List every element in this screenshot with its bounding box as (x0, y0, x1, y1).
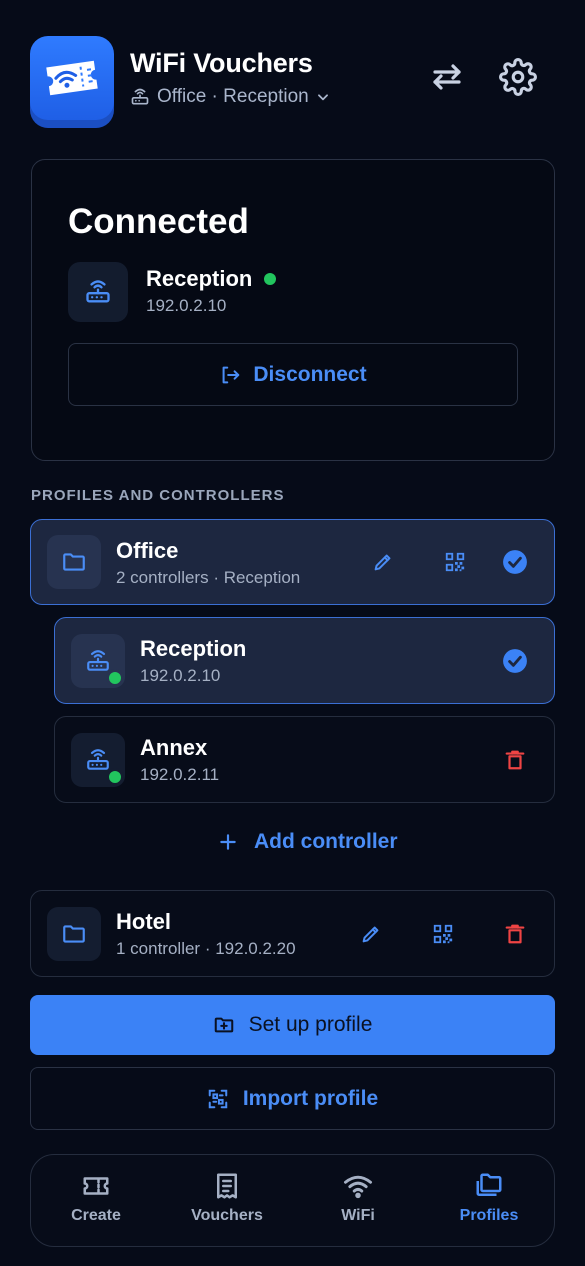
profile-switcher[interactable]: Office · Reception (130, 86, 330, 108)
edit-button[interactable] (355, 918, 387, 950)
import-profile-label: Import profile (242, 1086, 379, 1110)
pencil-icon (374, 554, 391, 571)
router-tile (68, 262, 128, 322)
edit-button[interactable] (367, 546, 399, 578)
nav-item-vouchers[interactable]: Vouchers (167, 1171, 287, 1225)
connection-status: Connected (68, 202, 249, 241)
controller-row-reception[interactable]: Reception 192.0.2.10 (54, 617, 555, 704)
controller-name: Annex (140, 735, 208, 760)
profile-switcher-label: Office · Reception (157, 86, 309, 107)
folder-icon (63, 553, 85, 571)
folder-tile (47, 907, 101, 961)
bottom-nav: Create Vouchers WiFi Profiles (30, 1154, 555, 1247)
ticket-icon (83, 1177, 109, 1195)
online-indicator (106, 768, 124, 786)
add-controller-button[interactable]: Add controller (218, 830, 398, 854)
nav-label: Profiles (459, 1207, 519, 1224)
qr-code-icon (445, 552, 465, 572)
connected-controller-name: Reception (146, 266, 253, 291)
add-controller-label: Add controller (254, 830, 398, 853)
controller-ip: 192.0.2.10 (140, 666, 221, 685)
profile-subtitle: 1 controller · 192.0.2.20 (116, 939, 296, 958)
connected-controller-ip: 192.0.2.10 (146, 296, 227, 315)
profile-name: Hotel (116, 909, 171, 934)
nav-label: Vouchers (191, 1207, 263, 1224)
controller-ip: 192.0.2.11 (140, 765, 220, 784)
folder-tile (47, 535, 101, 589)
qr-code-button[interactable] (427, 918, 459, 950)
section-label: PROFILES AND CONTROLLERS (31, 487, 285, 504)
app-title: WiFi Vouchers (130, 48, 313, 78)
disconnect-button[interactable]: Disconnect (68, 343, 518, 406)
profile-row-hotel[interactable]: Hotel 1 controller · 192.0.2.20 (30, 890, 555, 977)
nav-item-profiles[interactable]: Profiles (429, 1171, 549, 1225)
router-icon (87, 650, 109, 671)
folder-icon (63, 925, 85, 943)
trash-icon (505, 750, 525, 770)
controller-row-annex[interactable]: Annex 192.0.2.11 (54, 716, 555, 803)
folder-plus-icon (214, 1017, 233, 1033)
nav-label: Create (71, 1207, 121, 1224)
wifi-ticket-icon (46, 60, 98, 96)
setup-profile-label: Set up profile (248, 1013, 373, 1036)
pencil-icon (362, 926, 379, 943)
nav-label: WiFi (341, 1207, 375, 1224)
wifi-icon (344, 1175, 372, 1199)
router-icon (87, 749, 109, 770)
router-icon (86, 280, 110, 303)
selected-check-icon (499, 645, 531, 677)
chevron-down-icon (316, 90, 330, 104)
setup-profile-button[interactable]: Set up profile (30, 995, 555, 1055)
selected-check-icon (499, 546, 531, 578)
gear-icon (499, 58, 537, 96)
delete-button[interactable] (499, 744, 531, 776)
profile-subtitle: 2 controllers · Reception (116, 568, 301, 587)
swap-arrows-icon (433, 64, 461, 90)
trash-icon (505, 924, 525, 944)
receipt-icon (217, 1173, 237, 1199)
settings-button[interactable] (499, 58, 537, 96)
connection-card: Connected Reception 192.0.2.10 Disconnec… (31, 159, 555, 461)
online-indicator (106, 669, 124, 687)
switch-button[interactable] (428, 58, 466, 96)
profile-name: Office (116, 538, 179, 563)
controller-name: Reception (140, 636, 247, 661)
import-profile-button[interactable]: Import profile (30, 1067, 555, 1130)
qr-scan-icon (208, 1089, 228, 1108)
online-indicator (264, 273, 277, 285)
connected-controller: Reception (146, 266, 277, 292)
disconnect-label: Disconnect (253, 362, 367, 386)
logout-icon (222, 366, 240, 383)
delete-button[interactable] (499, 918, 531, 950)
plus-icon (220, 834, 236, 850)
nav-item-wifi[interactable]: WiFi (298, 1171, 418, 1225)
app-icon (30, 36, 114, 128)
qr-code-icon (433, 924, 453, 944)
qr-code-button[interactable] (439, 546, 471, 578)
profile-row-office[interactable]: Office 2 controllers · Reception (30, 519, 555, 605)
nav-item-create[interactable]: Create (36, 1171, 156, 1225)
folders-icon (476, 1173, 502, 1196)
router-icon (130, 87, 150, 107)
